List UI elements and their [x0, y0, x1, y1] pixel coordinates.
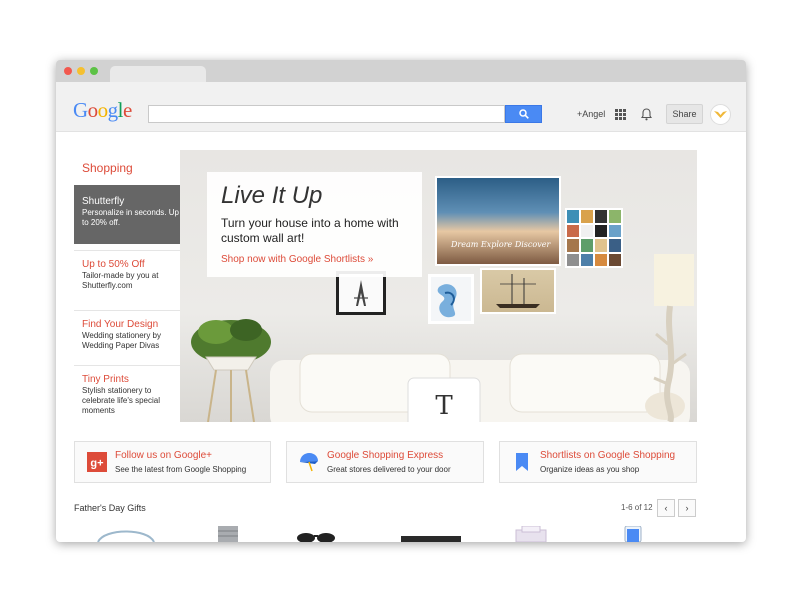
- notifications-bell-icon[interactable]: [641, 108, 652, 121]
- white-sofa-image: T: [270, 353, 690, 422]
- product-headphones-image[interactable]: [96, 526, 156, 542]
- share-button[interactable]: Share: [666, 104, 703, 124]
- shop-now-link[interactable]: Shop now with Google Shortlists »: [221, 254, 408, 265]
- sidebar-item-title: Tiny Prints: [82, 374, 129, 385]
- winged-emblem-icon: [714, 111, 727, 118]
- hero-subtitle: Turn your house into a home with custom …: [221, 216, 399, 245]
- sidebar-item-desc: Personalize in seconds. Up to 20% off.: [82, 208, 179, 227]
- feature-google-plus[interactable]: g+ Follow us on Google+ See the latest f…: [74, 441, 271, 483]
- gifts-prev-button[interactable]: ‹: [657, 499, 675, 517]
- art-caption: Dream Explore Discover: [451, 240, 551, 249]
- shopping-title[interactable]: Shopping: [82, 161, 133, 175]
- sidebar-item-title: Find Your Design: [82, 319, 159, 330]
- search-icon: [518, 109, 529, 119]
- product-wallet-image[interactable]: [401, 526, 461, 542]
- search-input[interactable]: [148, 105, 505, 123]
- sidebar-item-title: Up to 50% Off: [82, 259, 145, 270]
- watercolor-print: [428, 274, 474, 324]
- google-header: Google +Angel Share: [56, 82, 746, 132]
- feature-shortlists[interactable]: Shortlists on Google Shopping Organize i…: [499, 441, 697, 483]
- sidebar-item-tiny-prints[interactable]: Tiny Prints Stylish stationery to celebr…: [74, 365, 192, 421]
- feature-subtitle: See the latest from Google Shopping: [115, 465, 247, 474]
- google-plus-icon: g+: [87, 452, 107, 472]
- sidebar-item-desc: Stylish stationery to celebrate life's s…: [82, 386, 161, 415]
- search-button[interactable]: [505, 105, 542, 123]
- sailboat-print: [480, 268, 556, 314]
- minimize-window-button[interactable]: [77, 67, 85, 75]
- product-watch-image[interactable]: [216, 526, 240, 542]
- sidebar-item-shutterfly[interactable]: Shutterfly Personalize in seconds. Up to…: [74, 185, 192, 244]
- maximize-window-button[interactable]: [90, 67, 98, 75]
- svg-text:g+: g+: [90, 458, 103, 470]
- feature-title: Follow us on Google+: [115, 450, 213, 461]
- potted-plant-image: [191, 319, 271, 422]
- product-printer-image[interactable]: [514, 526, 548, 542]
- svg-text:T: T: [435, 391, 453, 421]
- apps-grid-icon[interactable]: [615, 109, 626, 120]
- google-logo[interactable]: Google: [73, 98, 132, 123]
- sidebar-item-find-your-design[interactable]: Find Your Design Wedding stationery by W…: [74, 310, 192, 362]
- gifts-section-title: Father's Day Gifts: [74, 503, 146, 513]
- sidebar-item-title: Shutterfly: [82, 196, 125, 207]
- gifts-pager-text: 1-6 of 12: [621, 503, 653, 512]
- sidebar-item-desc: Tailor-made by you at Shutterfly.com: [82, 271, 159, 290]
- photo-tile-collage: [565, 208, 623, 268]
- sidebar-item-up-to-50-off[interactable]: Up to 50% Off Tailor-made by you at Shut…: [74, 250, 192, 302]
- gifts-next-button[interactable]: ›: [678, 499, 696, 517]
- feature-shopping-express[interactable]: Google Shopping Express Great stores del…: [286, 441, 484, 483]
- stage: Google +Angel Share Shopping Shutterfly …: [0, 0, 800, 600]
- sidebar-item-desc: Wedding stationery by Wedding Paper Diva…: [82, 331, 162, 350]
- window-chrome: [56, 60, 746, 82]
- hero-title: Live It Up: [221, 182, 323, 209]
- hero-banner[interactable]: Dream Explore Discover Live It Up Turn y…: [180, 150, 697, 422]
- browser-window: Google +Angel Share Shopping Shutterfly …: [56, 60, 746, 542]
- eiffel-tower-print: [336, 271, 386, 315]
- feature-title: Shortlists on Google Shopping: [540, 450, 676, 461]
- user-profile-link[interactable]: +Angel: [577, 109, 605, 119]
- feature-subtitle: Organize ideas as you shop: [540, 465, 640, 474]
- beach-canvas-art: Dream Explore Discover: [435, 176, 561, 266]
- close-window-button[interactable]: [64, 67, 72, 75]
- feature-title: Google Shopping Express: [327, 450, 444, 461]
- avatar[interactable]: [710, 104, 731, 125]
- bookmark-icon: [516, 453, 528, 471]
- hero-promo-card: Live It Up Turn your house into a home w…: [207, 172, 422, 277]
- product-sunglasses-image[interactable]: [296, 526, 336, 542]
- feature-subtitle: Great stores delivered to your door: [327, 465, 451, 474]
- floor-lamp-image: [653, 254, 694, 422]
- express-umbrella-icon: [300, 453, 318, 472]
- browser-tab[interactable]: [110, 66, 206, 82]
- product-phone-image[interactable]: [624, 526, 642, 542]
